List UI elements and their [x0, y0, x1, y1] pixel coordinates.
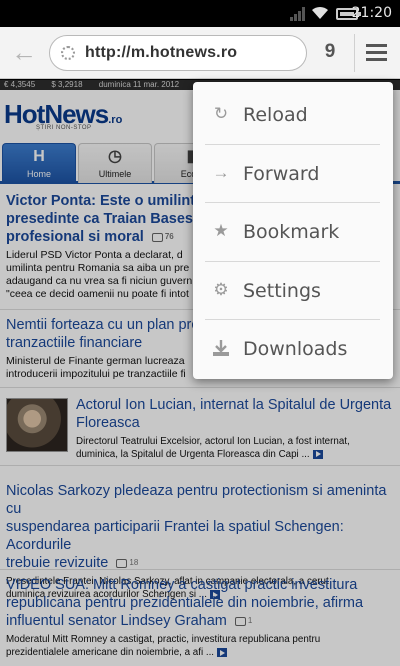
menu-item-label: Reload: [243, 104, 308, 126]
menu-item-label: Bookmark: [243, 221, 340, 243]
menu-item-label: Downloads: [243, 338, 348, 360]
url-bar[interactable]: http://m.hotnews.ro: [49, 35, 307, 71]
menu-item-reload[interactable]: ↻ Reload: [193, 86, 393, 144]
menu-button[interactable]: [354, 34, 396, 72]
forward-arrow-icon: →: [212, 163, 230, 182]
clock: 21:20: [351, 5, 392, 21]
reload-icon: ↻: [213, 104, 229, 123]
gear-icon: ⚙: [213, 280, 229, 299]
browser-menu: ↻ Reload → Forward ★ Bookmark ⚙ Settings…: [193, 82, 393, 379]
page-icon: [61, 46, 75, 60]
star-icon: ★: [213, 221, 229, 240]
status-bar: 21:20: [0, 0, 400, 27]
menu-item-bookmark[interactable]: ★ Bookmark: [193, 203, 393, 261]
back-button[interactable]: ←: [8, 37, 40, 69]
arrow-left-icon: ←: [11, 37, 37, 67]
signal-icon: [290, 7, 305, 21]
tab-count-button[interactable]: 9: [320, 41, 340, 63]
browser-toolbar: ← http://m.hotnews.ro 9: [0, 27, 400, 79]
url-text[interactable]: http://m.hotnews.ro: [85, 44, 237, 62]
download-icon: [211, 338, 231, 358]
menu-item-forward[interactable]: → Forward: [193, 145, 393, 203]
wifi-icon: [312, 6, 328, 19]
menu-item-settings[interactable]: ⚙ Settings: [193, 262, 393, 320]
hamburger-menu-icon: [366, 44, 387, 47]
menu-item-label: Settings: [243, 280, 321, 302]
menu-item-downloads[interactable]: Downloads: [193, 320, 393, 378]
menu-item-label: Forward: [243, 163, 320, 185]
